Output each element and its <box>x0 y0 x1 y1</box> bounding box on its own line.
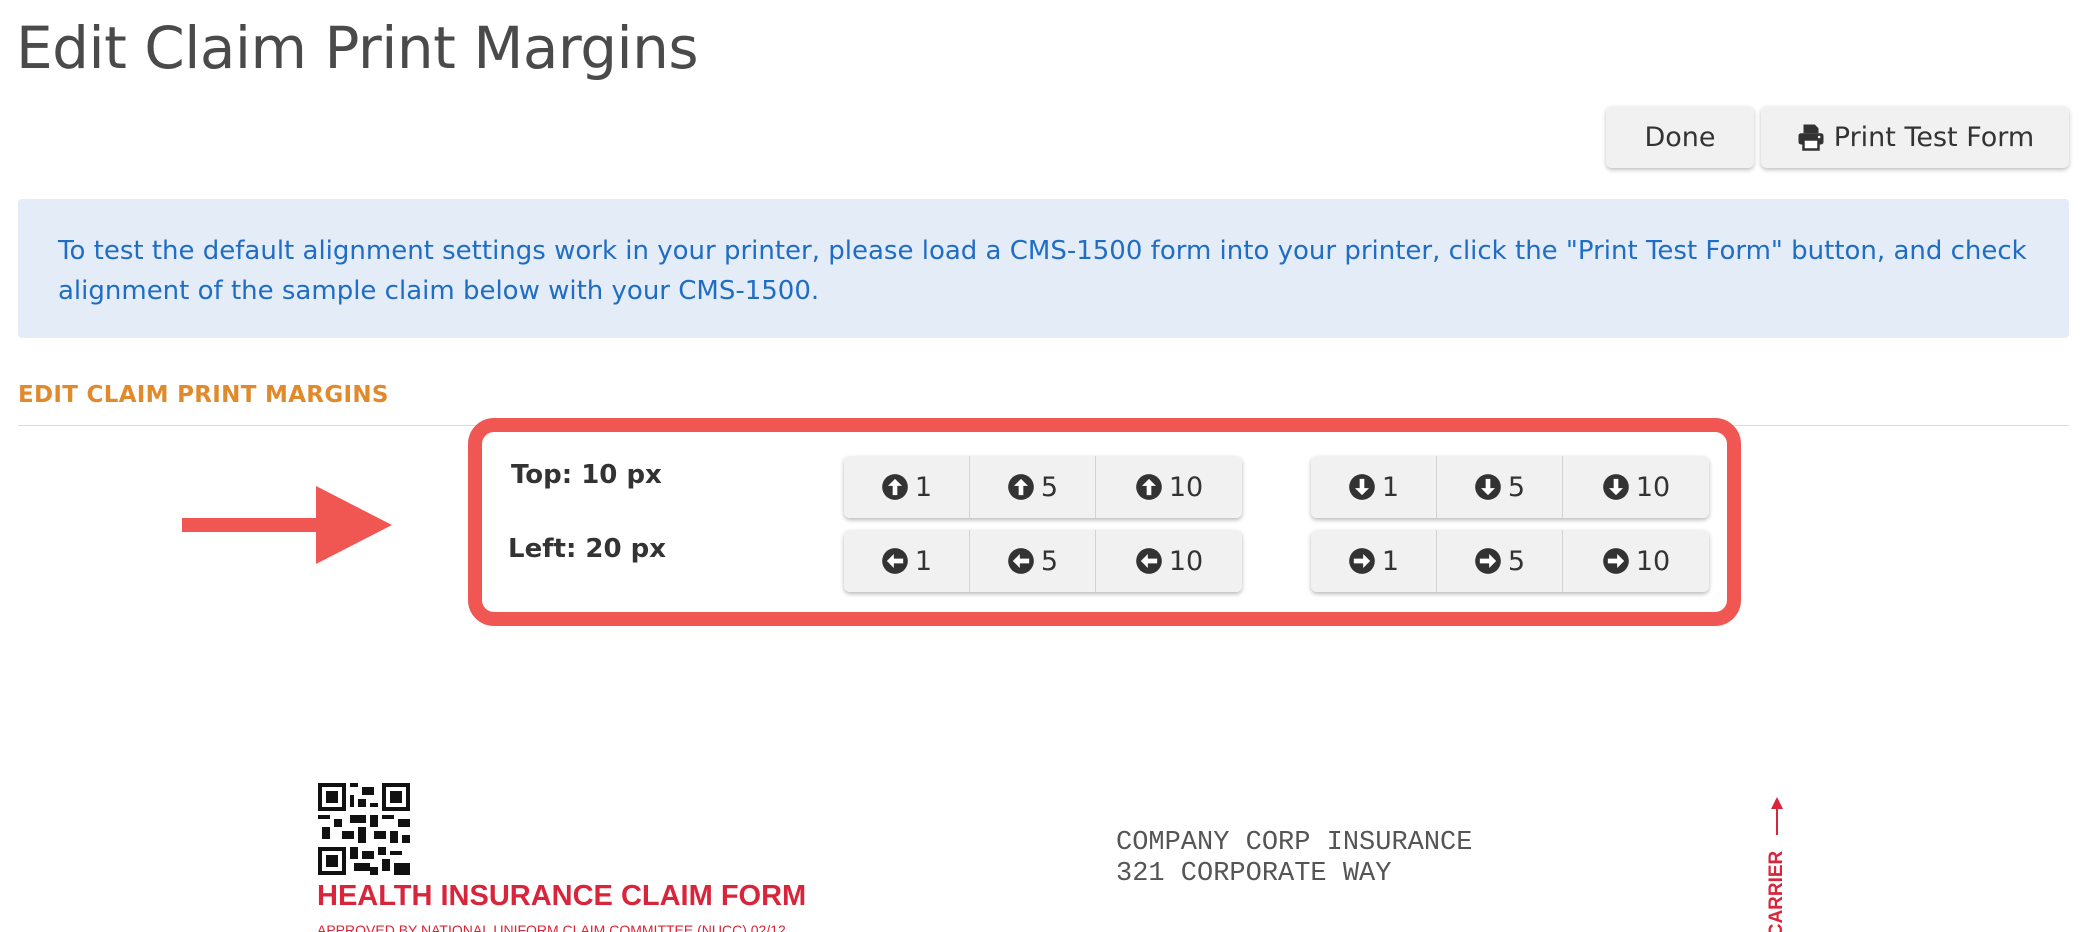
claim-form-title: HEALTH INSURANCE CLAIM FORM <box>317 880 807 912</box>
arrow-circle-right-icon <box>1602 548 1629 574</box>
button-value: 1 <box>914 545 933 577</box>
payer-street: 321 CORPORATE WAY <box>1116 859 1392 889</box>
move-up-group: 1 5 10 <box>844 456 1242 518</box>
page-title: Edit Claim Print Margins <box>16 14 699 82</box>
move-up-5-button[interactable]: 5 <box>970 456 1096 518</box>
move-right-1-button[interactable]: 1 <box>1311 530 1437 592</box>
section-title: EDIT CLAIM PRINT MARGINS <box>18 382 389 408</box>
arrow-circle-left-icon <box>1008 548 1034 574</box>
qr-code-icon <box>318 783 410 875</box>
arrow-circle-right-icon <box>1475 548 1501 574</box>
arrow-circle-up-icon <box>882 474 908 500</box>
move-up-1-button[interactable]: 1 <box>844 456 970 518</box>
move-down-5-button[interactable]: 5 <box>1437 456 1563 518</box>
claim-form-approval-note: APPROVED BY NATIONAL UNIFORM CLAIM COMMI… <box>317 922 786 932</box>
info-text: To test the default alignment settings w… <box>58 236 2027 306</box>
arrow-circle-up-icon <box>1008 474 1034 500</box>
move-left-5-button[interactable]: 5 <box>970 530 1096 592</box>
button-value: 10 <box>1168 545 1204 577</box>
payer-address: COMPANY CORP INSURANCE 321 CORPORATE WAY <box>1116 828 1472 890</box>
arrow-circle-down-icon <box>1349 474 1375 500</box>
left-margin-label: Left: 20 px <box>508 534 667 564</box>
button-value: 5 <box>1040 471 1059 503</box>
move-right-group: 1 5 10 <box>1311 530 1709 592</box>
arrow-circle-left-icon <box>882 548 908 574</box>
button-value: 5 <box>1040 545 1059 577</box>
button-value: 1 <box>914 471 933 503</box>
done-button[interactable]: Done <box>1606 106 1754 168</box>
annotation-arrow-icon <box>182 486 392 564</box>
button-value: 1 <box>1381 545 1400 577</box>
move-up-10-button[interactable]: 10 <box>1096 456 1242 518</box>
move-left-1-button[interactable]: 1 <box>844 530 970 592</box>
payer-name: COMPANY CORP INSURANCE <box>1116 828 1473 858</box>
arrow-circle-up-icon <box>1135 474 1162 500</box>
move-left-group: 1 5 10 <box>844 530 1242 592</box>
button-value: 5 <box>1507 545 1526 577</box>
move-down-10-button[interactable]: 10 <box>1563 456 1709 518</box>
move-down-1-button[interactable]: 1 <box>1311 456 1437 518</box>
carrier-label: CARRIER <box>1766 850 1787 932</box>
print-test-form-button[interactable]: Print Test Form <box>1761 106 2069 168</box>
carrier-arrow-icon <box>1771 797 1783 835</box>
arrow-circle-left-icon <box>1135 548 1162 574</box>
arrow-circle-down-icon <box>1602 474 1629 500</box>
move-left-10-button[interactable]: 10 <box>1096 530 1242 592</box>
button-value: 10 <box>1635 545 1671 577</box>
move-down-group: 1 5 10 <box>1311 456 1709 518</box>
print-icon <box>1798 124 1824 151</box>
info-alert: To test the default alignment settings w… <box>18 199 2069 338</box>
button-value: 10 <box>1635 471 1671 503</box>
carrier-marker: CARRIER <box>1762 795 1792 932</box>
top-margin-label: Top: 10 px <box>511 460 662 490</box>
button-value: 1 <box>1381 471 1400 503</box>
move-right-10-button[interactable]: 10 <box>1563 530 1709 592</box>
print-test-form-label: Print Test Form <box>1833 121 2035 153</box>
button-value: 10 <box>1168 471 1204 503</box>
annotation-highlight-frame <box>468 418 1741 626</box>
button-value: 5 <box>1507 471 1526 503</box>
move-right-5-button[interactable]: 5 <box>1437 530 1563 592</box>
arrow-circle-down-icon <box>1475 474 1501 500</box>
arrow-circle-right-icon <box>1349 548 1375 574</box>
